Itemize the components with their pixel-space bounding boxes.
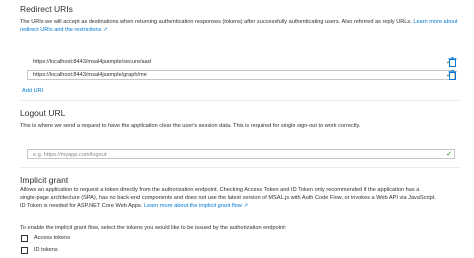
id-tokens-checkbox[interactable] <box>21 247 28 254</box>
implicit-grant-instruction: To enable the implicit grant flow, selec… <box>20 225 287 231</box>
checkmark-icon: ✓ <box>446 151 452 158</box>
redirect-uris-title: Redirect URIs <box>20 4 73 14</box>
add-uri-link[interactable]: Add URI <box>22 87 43 95</box>
external-link-icon: ↗ <box>241 203 249 209</box>
redirect-uri-field-2[interactable]: https://localhost:8443/msal4jsample/grap… <box>27 70 455 80</box>
divider <box>20 167 460 168</box>
implicit-grant-description-3: ID Token is needed for ASP.NET Core Web … <box>20 203 249 209</box>
implicit-grant-description-1: Allows an application to request a token… <box>20 187 420 193</box>
redirect-uri-field-1[interactable]: https://localhost:8443/msal4jsample/secu… <box>27 57 455 67</box>
id-tokens-label: ID tokens <box>34 247 58 253</box>
external-link-icon: ↗ <box>101 27 108 33</box>
logout-url-title: Logout URL <box>20 108 66 118</box>
implicit-grant-description-2: single-page architecture (SPA), has no b… <box>20 195 436 201</box>
logout-url-description: This is where we send a request to have … <box>20 123 361 129</box>
implicit-grant-title: Implicit grant <box>20 175 69 185</box>
divider <box>20 100 460 101</box>
access-tokens-checkbox[interactable] <box>21 235 28 242</box>
learn-more-implicit-link[interactable]: Learn more about the implicit grant flow… <box>144 203 248 209</box>
redirect-uris-description: The URIs we will accept as destinations … <box>20 19 458 33</box>
trash-icon[interactable] <box>448 70 457 80</box>
access-tokens-label: Access tokens <box>34 235 71 241</box>
logout-url-input[interactable]: e.g. https://myapp.com/logout ✓ <box>27 149 455 159</box>
trash-icon[interactable] <box>448 57 457 67</box>
